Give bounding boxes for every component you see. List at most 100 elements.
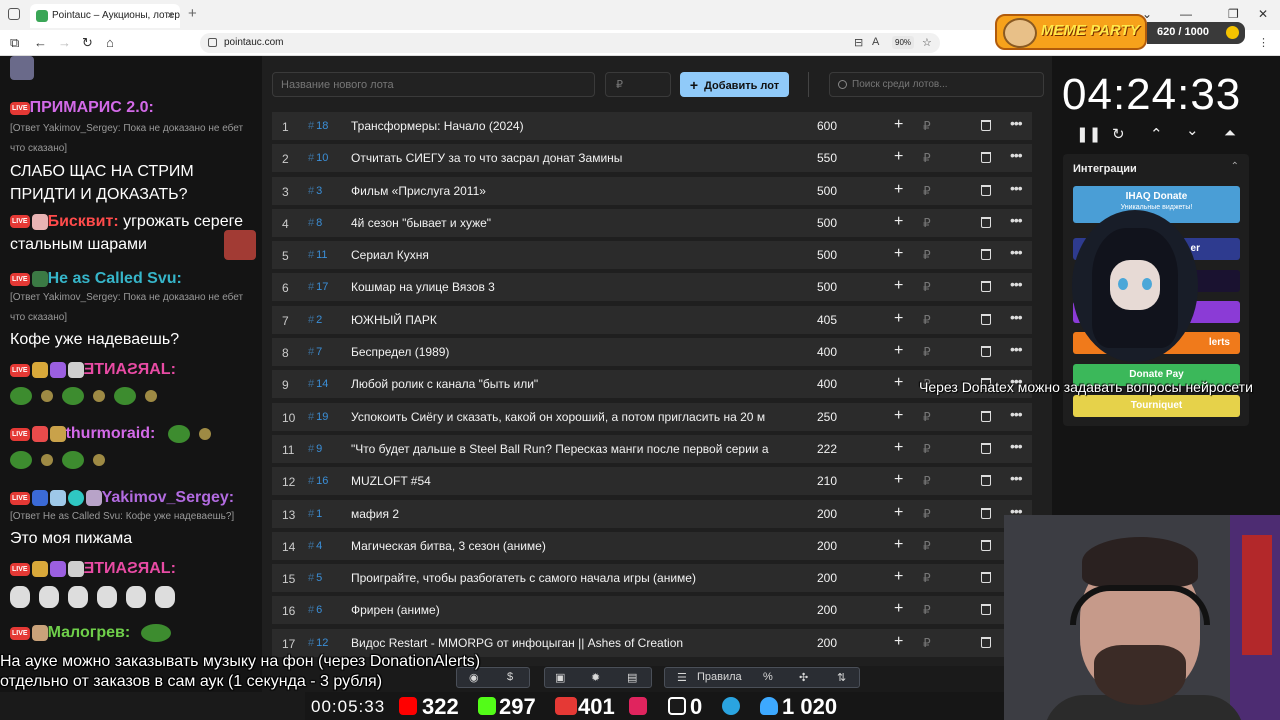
add-amount-icon[interactable]: + — [894, 600, 903, 618]
back-icon[interactable]: ← — [34, 35, 47, 50]
integration-tourniquet-button[interactable]: Tourniquet — [1073, 395, 1240, 417]
reader-icon[interactable]: ⊟ — [854, 36, 863, 49]
lot-name[interactable]: Кошмар на улице Вязов 3 — [351, 280, 791, 294]
home-icon[interactable]: ⌂ — [106, 35, 114, 50]
sort-icon[interactable]: ⇅ — [837, 671, 846, 684]
lot-amount[interactable]: 222 — [817, 442, 837, 456]
more-options-icon[interactable]: ••• — [1010, 244, 1023, 260]
more-options-icon[interactable]: ••• — [1010, 470, 1023, 486]
add-amount-icon[interactable]: + — [894, 407, 903, 425]
delete-icon[interactable] — [981, 572, 991, 584]
more-options-icon[interactable]: ••• — [1010, 438, 1023, 454]
reset-timer-icon[interactable]: ↻ — [1112, 125, 1125, 143]
split-icon[interactable]: ✣ — [799, 671, 808, 684]
lot-amount[interactable]: 500 — [817, 248, 837, 262]
delete-icon[interactable] — [981, 410, 991, 422]
lot-name[interactable]: Магическая битва, 3 сезон (аниме) — [351, 539, 791, 553]
bug-icon[interactable]: ✹ — [591, 671, 600, 684]
add-amount-icon[interactable]: + — [894, 245, 903, 263]
add-amount-icon[interactable]: + — [894, 439, 903, 457]
add-amount-icon[interactable]: + — [894, 633, 903, 651]
ruble-icon[interactable]: ₽ — [923, 184, 931, 198]
lot-amount[interactable]: 500 — [817, 184, 837, 198]
add-lot-button[interactable]: + Добавить лот — [680, 72, 789, 97]
ruble-icon[interactable]: ₽ — [923, 539, 931, 553]
delete-icon[interactable] — [981, 249, 991, 261]
sidebar-toggle-icon[interactable] — [8, 8, 20, 20]
double-chevron-up-icon[interactable]: ⏶ — [1224, 125, 1236, 142]
ruble-icon[interactable]: ₽ — [923, 507, 931, 521]
more-options-icon[interactable]: ••• — [1010, 309, 1023, 325]
lot-name[interactable]: Сериал Кухня — [351, 248, 791, 262]
lot-name[interactable]: Успокоить Сиёгу и сказать, какой он хоро… — [351, 410, 791, 424]
delete-icon[interactable] — [981, 216, 991, 228]
lot-search[interactable] — [829, 72, 1044, 97]
ruble-icon[interactable]: ₽ — [923, 216, 931, 230]
address-bar[interactable]: pointauc.com — [200, 33, 940, 53]
ruble-icon[interactable]: ₽ — [923, 410, 931, 424]
lot-amount[interactable]: 400 — [817, 377, 837, 391]
pause-icon[interactable]: ❚❚ — [1076, 125, 1101, 143]
ruble-icon[interactable]: ₽ — [923, 248, 931, 262]
lot-name[interactable]: Отчитать СИЕГУ за то что засрал донат За… — [351, 151, 791, 165]
lot-name[interactable]: Фильм «Прислуга 2011» — [351, 184, 791, 198]
lot-name[interactable]: MUZLOFT #54 — [351, 474, 791, 488]
add-amount-icon[interactable]: + — [894, 277, 903, 295]
close-window-icon[interactable]: ✕ — [1258, 7, 1268, 21]
ruble-icon[interactable]: ₽ — [923, 603, 931, 617]
reload-icon[interactable]: ↻ — [82, 35, 93, 51]
zoom-level[interactable]: 90% — [892, 36, 915, 49]
lot-amount[interactable]: 200 — [817, 603, 837, 617]
add-amount-icon[interactable]: + — [894, 374, 903, 392]
save-icon[interactable]: ▣ — [555, 671, 565, 684]
add-amount-icon[interactable]: + — [894, 504, 903, 522]
more-options-icon[interactable]: ••• — [1010, 180, 1023, 196]
lot-amount[interactable]: 500 — [817, 280, 837, 294]
add-amount-icon[interactable]: + — [894, 116, 903, 134]
more-options-icon[interactable]: ••• — [1010, 341, 1023, 357]
more-options-icon[interactable]: ••• — [1010, 276, 1023, 292]
lot-amount[interactable]: 210 — [817, 474, 837, 488]
lot-amount[interactable]: 405 — [817, 313, 837, 327]
delete-icon[interactable] — [981, 539, 991, 551]
more-options-icon[interactable]: ••• — [1010, 147, 1023, 163]
translate-icon[interactable]: A — [872, 36, 879, 48]
ruble-icon[interactable]: ₽ — [923, 571, 931, 585]
menu-dots-icon[interactable]: ⋮ — [1258, 36, 1269, 49]
more-options-icon[interactable]: ••• — [1010, 406, 1023, 422]
ruble-icon[interactable]: ₽ — [923, 345, 931, 359]
delete-icon[interactable] — [981, 152, 991, 164]
lot-name[interactable]: мафия 2 — [351, 507, 791, 521]
add-amount-icon[interactable]: + — [894, 310, 903, 328]
lot-amount[interactable]: 200 — [817, 507, 837, 521]
delete-icon[interactable] — [981, 636, 991, 648]
delete-icon[interactable] — [981, 346, 991, 358]
lot-name[interactable]: Трансформеры: Начало (2024) — [351, 119, 791, 133]
lot-name[interactable]: ЮЖНЫЙ ПАРК — [351, 313, 791, 327]
more-options-icon[interactable]: ••• — [1010, 212, 1023, 228]
delete-icon[interactable] — [981, 120, 991, 131]
chevron-up-icon[interactable]: ⌃ — [1231, 161, 1239, 172]
ruble-icon[interactable]: ₽ — [923, 474, 931, 488]
ruble-icon[interactable]: ₽ — [923, 636, 931, 650]
lot-name[interactable]: "Что будет дальше в Steel Ball Run? Пере… — [351, 442, 791, 456]
delete-icon[interactable] — [981, 184, 991, 196]
ruble-icon[interactable]: ₽ — [923, 151, 931, 165]
lot-amount[interactable]: 600 — [817, 119, 837, 133]
favorite-star-icon[interactable]: ☆ — [922, 36, 932, 49]
add-amount-icon[interactable]: + — [894, 148, 903, 166]
chevron-up-icon[interactable]: ⌃ — [1150, 125, 1163, 143]
ruble-icon[interactable]: ₽ — [923, 119, 931, 133]
delete-icon[interactable] — [981, 442, 991, 454]
browser-tab[interactable]: Pointauc – Аукционы, лотереи × — [30, 4, 180, 28]
lot-amount[interactable]: 200 — [817, 636, 837, 650]
add-amount-icon[interactable]: + — [894, 471, 903, 489]
lot-name[interactable]: 4й сезон "бывает и хуже" — [351, 216, 791, 230]
site-info-icon[interactable] — [208, 38, 217, 47]
lot-amount[interactable]: 400 — [817, 345, 837, 359]
close-tab-icon[interactable]: × — [167, 8, 174, 22]
lot-amount[interactable]: 250 — [817, 410, 837, 424]
lot-name[interactable]: Беспредел (1989) — [351, 345, 791, 359]
add-amount-icon[interactable]: + — [894, 568, 903, 586]
add-amount-icon[interactable]: + — [894, 213, 903, 231]
